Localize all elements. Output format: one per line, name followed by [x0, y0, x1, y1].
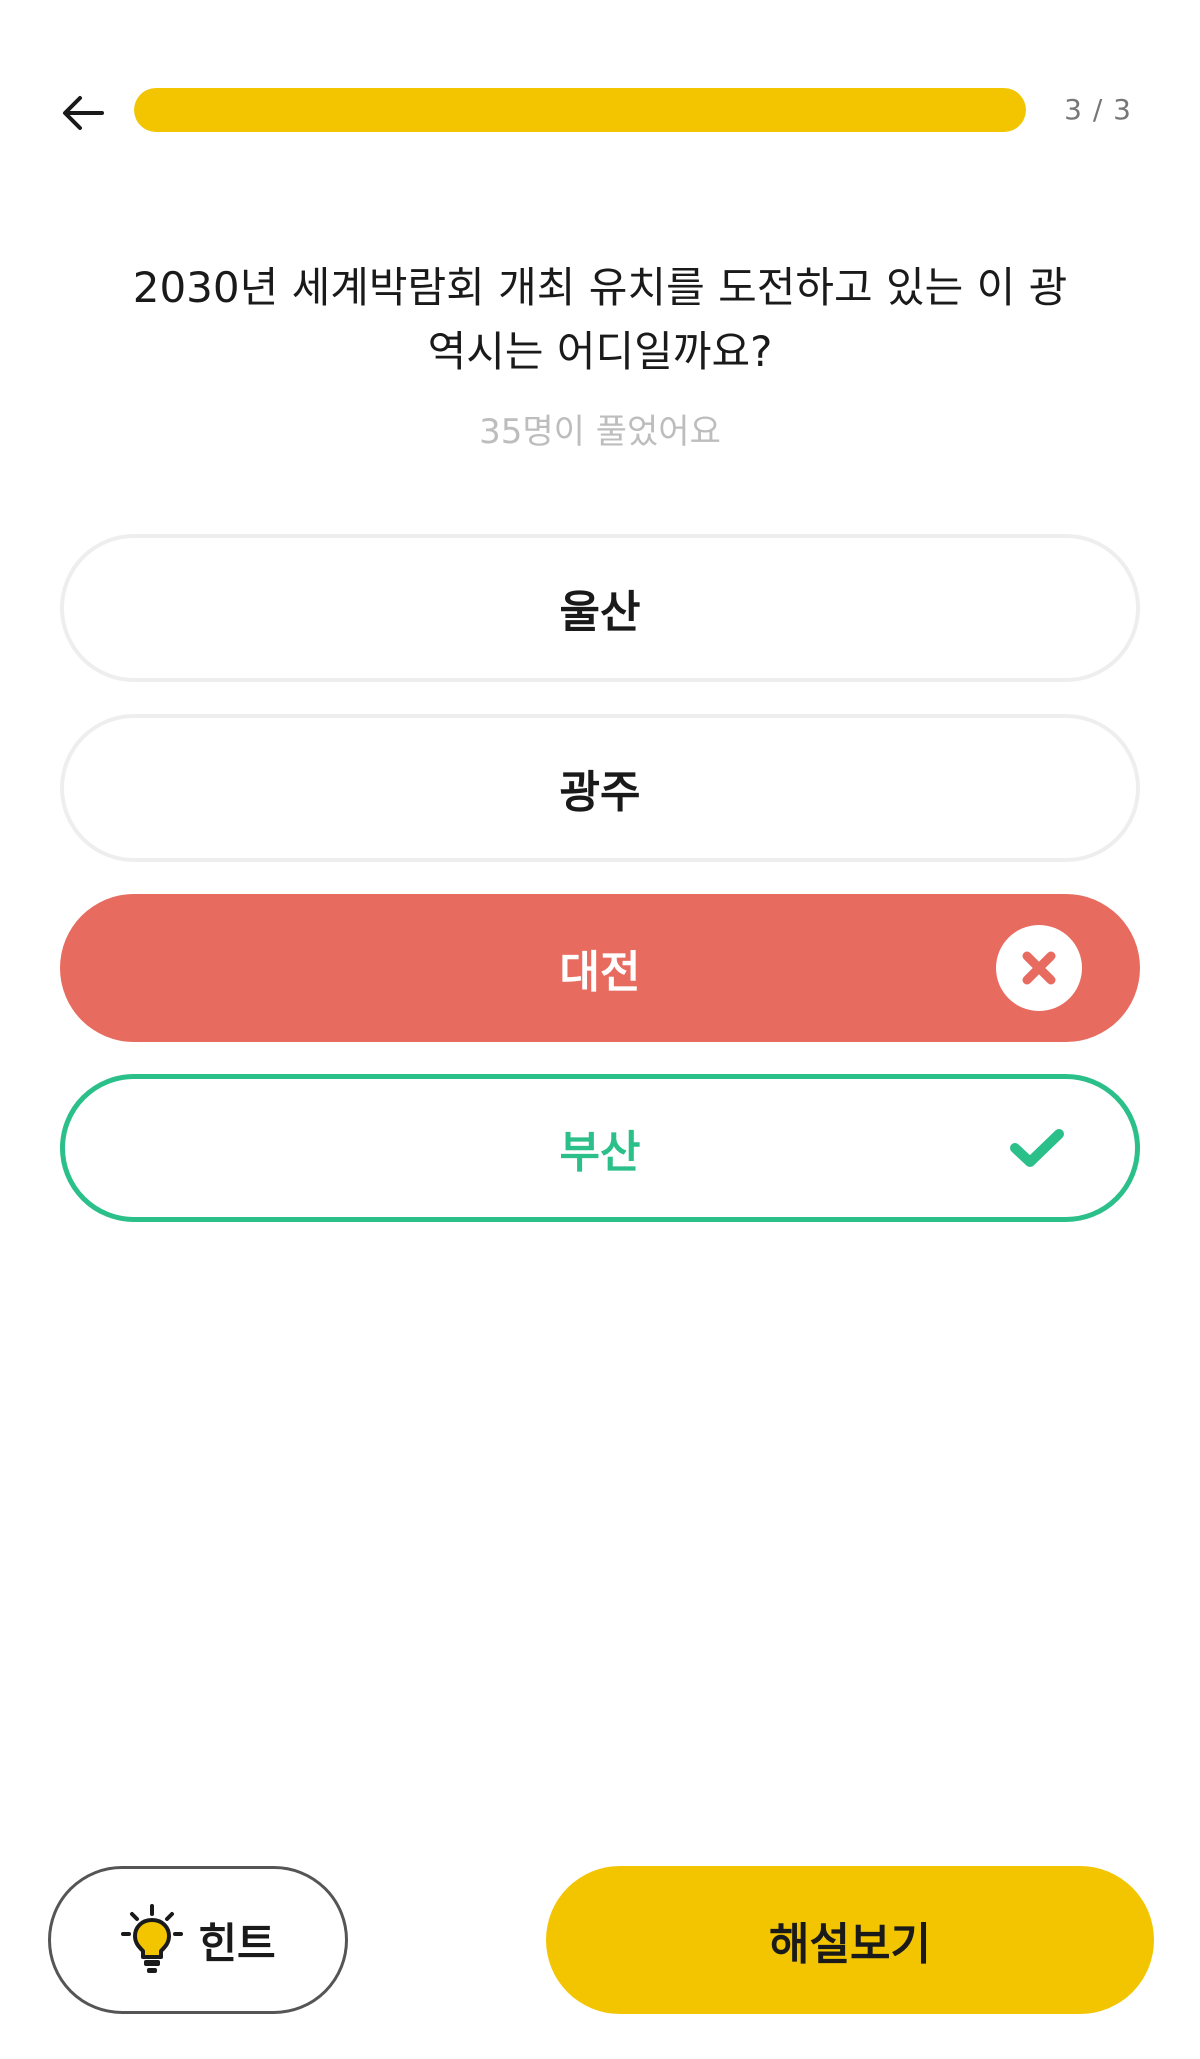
answer-option-label: 광주 [559, 767, 641, 818]
question-line-1: 2030년 세계박람회 개최 유치를 도전하고 있는 이 광 [132, 263, 1068, 312]
view-explanation-label: 해설보기 [769, 1919, 931, 1970]
answer-option-label: 울산 [559, 587, 641, 638]
x-circle-icon [996, 925, 1082, 1011]
answer-option-1[interactable]: 울산 [60, 534, 1140, 682]
solved-count: 35명이 풀었어요 [479, 412, 721, 452]
progress-counter: 3 / 3 [1064, 93, 1132, 126]
progress-bar [134, 88, 1026, 132]
view-explanation-button[interactable]: 해설보기 [546, 1866, 1154, 2014]
progress-fill [134, 88, 1026, 132]
arrow-left-icon [63, 96, 104, 130]
answer-option-2[interactable]: 광주 [60, 714, 1140, 862]
answer-option-3-wrong[interactable]: 대전 [60, 894, 1140, 1042]
answer-option-label: 대전 [559, 947, 641, 998]
answer-option-4-correct[interactable]: 부산 [60, 1074, 1140, 1222]
question-line-2: 역시는 어디일까요? [427, 327, 773, 376]
hint-button[interactable]: 힌트 [48, 1866, 348, 2014]
question-text: 2030년 세계박람회 개최 유치를 도전하고 있는 이 광 역시는 어디일까요… [100, 256, 1100, 384]
answer-option-label: 부산 [559, 1127, 641, 1178]
hint-label: 힌트 [198, 1918, 276, 1968]
checkmark-icon [1009, 1120, 1065, 1176]
back-button[interactable] [52, 82, 114, 144]
lightbulb-icon [121, 1904, 184, 1973]
